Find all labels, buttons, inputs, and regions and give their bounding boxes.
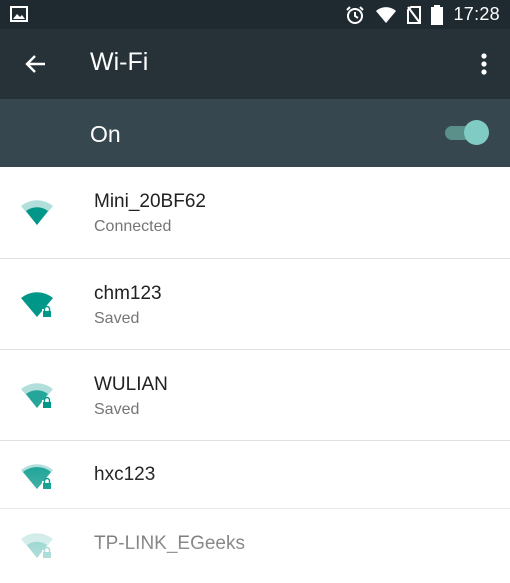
wifi-signal-icon	[21, 200, 53, 225]
network-ssid: Mini_20BF62	[94, 191, 206, 212]
wifi-lock-icon	[21, 464, 53, 489]
alarm-icon	[346, 5, 365, 24]
battery-icon	[431, 4, 444, 25]
clock: 17:28	[453, 4, 500, 24]
network-row-hxc123[interactable]: hxc123	[0, 441, 510, 508]
network-ssid: WULIAN	[94, 374, 168, 395]
network-status: Saved	[94, 310, 140, 327]
no-sim-icon	[407, 5, 422, 24]
switch-thumb	[464, 120, 489, 145]
network-row-tp-link-egeeks[interactable]: TP-LINK_EGeeks	[0, 509, 510, 583]
wifi-signal-icon	[376, 6, 397, 23]
wifi-lock-icon	[21, 383, 53, 408]
network-row-mini-20bf62[interactable]: Mini_20BF62 Connected	[0, 167, 510, 258]
network-status: Saved	[94, 401, 140, 418]
image-icon	[10, 6, 28, 22]
wifi-lock-icon	[21, 533, 53, 558]
more-vert-icon[interactable]	[472, 51, 496, 77]
network-row-chm123[interactable]: chm123 Saved	[0, 259, 510, 349]
network-ssid: chm123	[94, 283, 162, 304]
wifi-toggle-switch[interactable]	[443, 119, 489, 147]
wifi-switch-label: On	[90, 121, 121, 147]
network-row-wulian[interactable]: WULIAN Saved	[0, 350, 510, 440]
network-ssid: TP-LINK_EGeeks	[94, 533, 245, 554]
wifi-switch-bar[interactable]: On	[0, 99, 510, 167]
network-ssid: hxc123	[94, 464, 156, 485]
page-title: Wi-Fi	[90, 48, 149, 76]
network-status: Connected	[94, 218, 172, 235]
network-list: Mini_20BF62 Connected chm123 Saved WULIA…	[0, 167, 510, 583]
status-bar: 17:28	[0, 0, 510, 29]
app-toolbar: Wi-Fi	[0, 29, 510, 99]
arrow-back-icon[interactable]	[24, 52, 48, 76]
wifi-lock-icon	[21, 292, 53, 317]
